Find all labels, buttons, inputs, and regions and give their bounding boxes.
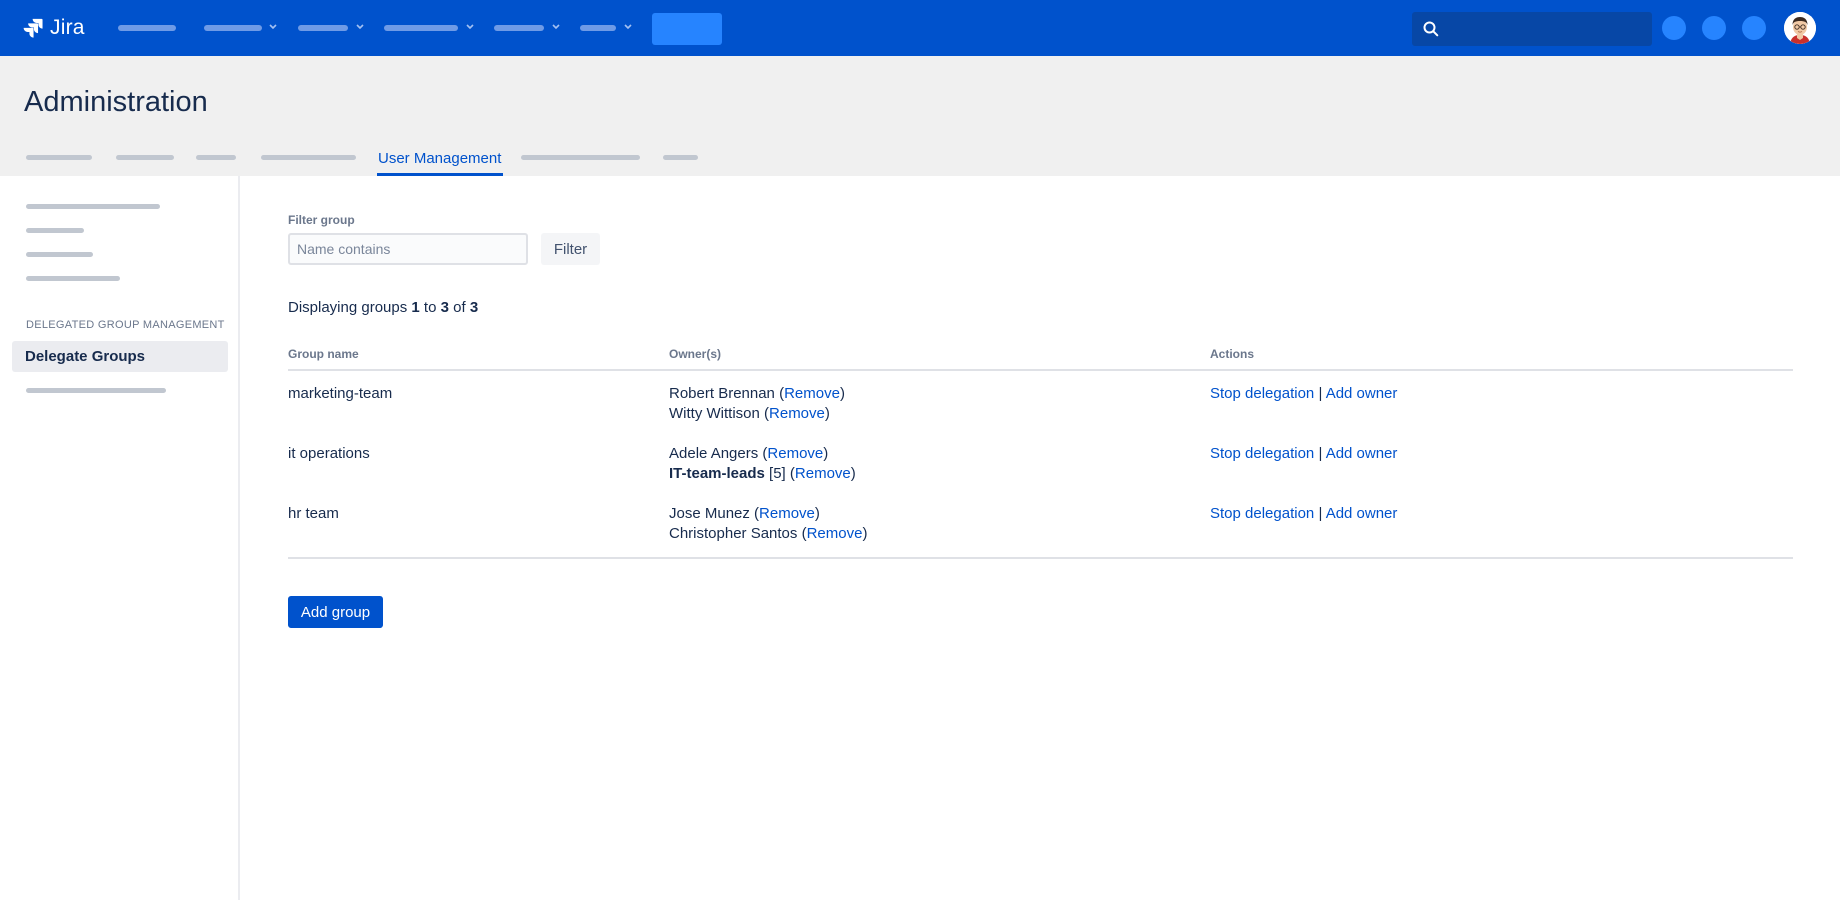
owner-entry: Adele Angers (Remove) xyxy=(669,445,829,462)
nav-menu-placeholder[interactable] xyxy=(580,25,616,31)
group-name-cell: hr team xyxy=(288,505,339,522)
logo-text: Jira xyxy=(50,16,85,39)
user-avatar[interactable] xyxy=(1784,12,1816,44)
tab-placeholder[interactable] xyxy=(196,155,236,160)
tab-placeholder[interactable] xyxy=(116,155,174,160)
owners-cell: Jose Munez (Remove) Christopher Santos (… xyxy=(669,504,867,544)
filter-button[interactable]: Filter xyxy=(541,233,600,265)
actions-cell: Stop delegation | Add owner xyxy=(1210,444,1397,464)
search-input[interactable] xyxy=(1412,12,1652,46)
nav-menu-placeholder[interactable] xyxy=(298,25,348,31)
chevron-down-icon xyxy=(269,24,277,30)
tab-placeholder[interactable] xyxy=(261,155,356,160)
owner-entry: Witty Wittison (Remove) xyxy=(669,405,830,422)
help-icon[interactable] xyxy=(1702,16,1726,40)
owners-cell: Adele Angers (Remove) IT-team-leads [5] … xyxy=(669,444,856,484)
owner-entry: Christopher Santos (Remove) xyxy=(669,525,868,542)
add-owner-link[interactable]: Add owner xyxy=(1326,505,1398,522)
notifications-icon[interactable] xyxy=(1662,16,1686,40)
action-separator: | xyxy=(1318,445,1323,462)
action-separator: | xyxy=(1318,385,1323,402)
remove-owner-link[interactable]: Remove xyxy=(795,465,851,482)
filter-group-input[interactable] xyxy=(288,233,528,265)
active-tab-indicator xyxy=(377,173,503,176)
sidebar: DELEGATED GROUP MANAGEMENT Delegate Grou… xyxy=(0,176,240,900)
settings-icon[interactable] xyxy=(1742,16,1766,40)
action-separator: | xyxy=(1318,505,1323,522)
sidebar-item-placeholder[interactable] xyxy=(26,388,166,393)
nav-item-placeholder[interactable] xyxy=(118,25,176,31)
create-button[interactable] xyxy=(652,13,722,45)
jira-logo[interactable]: Jira xyxy=(22,15,85,41)
filter-group-label: Filter group xyxy=(288,213,355,227)
owner-group-name: IT-team-leads xyxy=(669,465,765,482)
add-group-button[interactable]: Add group xyxy=(288,596,383,628)
column-header-owners: Owner(s) xyxy=(669,347,722,361)
tab-placeholder[interactable] xyxy=(663,155,698,160)
table-header-divider xyxy=(288,369,1793,371)
stop-delegation-link[interactable]: Stop delegation xyxy=(1210,445,1314,462)
tab-placeholder[interactable] xyxy=(521,155,640,160)
owner-entry: IT-team-leads [5] (Remove) xyxy=(669,465,856,482)
results-summary: Displaying groups 1 to 3 of 3 xyxy=(288,299,479,316)
sidebar-item-placeholder[interactable] xyxy=(26,252,93,257)
remove-owner-link[interactable]: Remove xyxy=(767,445,823,462)
sidebar-item-placeholder[interactable] xyxy=(26,276,120,281)
remove-owner-link[interactable]: Remove xyxy=(784,385,840,402)
sidebar-item-label: Delegate Groups xyxy=(25,348,146,365)
add-owner-link[interactable]: Add owner xyxy=(1326,445,1398,462)
nav-menu-placeholder[interactable] xyxy=(204,25,262,31)
page-header: Administration User Management xyxy=(0,56,1840,176)
column-header-group-name: Group name xyxy=(288,347,359,361)
sidebar-item-placeholder[interactable] xyxy=(26,228,84,233)
group-name-cell: marketing-team xyxy=(288,385,393,402)
group-name-cell: it operations xyxy=(288,445,370,462)
stop-delegation-link[interactable]: Stop delegation xyxy=(1210,385,1314,402)
remove-owner-link[interactable]: Remove xyxy=(807,525,863,542)
sidebar-item-placeholder[interactable] xyxy=(26,204,160,209)
search-icon xyxy=(1423,21,1439,37)
owner-entry: Robert Brennan (Remove) xyxy=(669,385,845,402)
remove-owner-link[interactable]: Remove xyxy=(769,405,825,422)
owner-group-count: [5] xyxy=(769,465,786,482)
owners-cell: Robert Brennan (Remove) Witty Wittison (… xyxy=(669,384,845,424)
jira-logo-icon xyxy=(23,18,43,38)
tab-placeholder[interactable] xyxy=(26,155,92,160)
chevron-down-icon xyxy=(466,24,474,30)
actions-cell: Stop delegation | Add owner xyxy=(1210,504,1397,524)
stop-delegation-link[interactable]: Stop delegation xyxy=(1210,505,1314,522)
page-title: Administration xyxy=(24,86,208,118)
actions-cell: Stop delegation | Add owner xyxy=(1210,384,1397,404)
add-owner-link[interactable]: Add owner xyxy=(1326,385,1398,402)
chevron-down-icon xyxy=(624,24,632,30)
sidebar-item-delegate-groups[interactable]: Delegate Groups xyxy=(12,341,228,372)
column-header-actions: Actions xyxy=(1210,347,1255,361)
top-navigation-bar: Jira xyxy=(0,0,1840,56)
nav-menu-placeholder[interactable] xyxy=(384,25,458,31)
sidebar-section-heading: DELEGATED GROUP MANAGEMENT xyxy=(26,319,225,331)
owner-entry: Jose Munez (Remove) xyxy=(669,505,820,522)
remove-owner-link[interactable]: Remove xyxy=(759,505,815,522)
table-footer-divider xyxy=(288,557,1793,559)
nav-menu-placeholder[interactable] xyxy=(494,25,544,31)
avatar-face-icon xyxy=(1784,12,1816,44)
chevron-down-icon xyxy=(552,24,560,30)
chevron-down-icon xyxy=(356,24,364,30)
